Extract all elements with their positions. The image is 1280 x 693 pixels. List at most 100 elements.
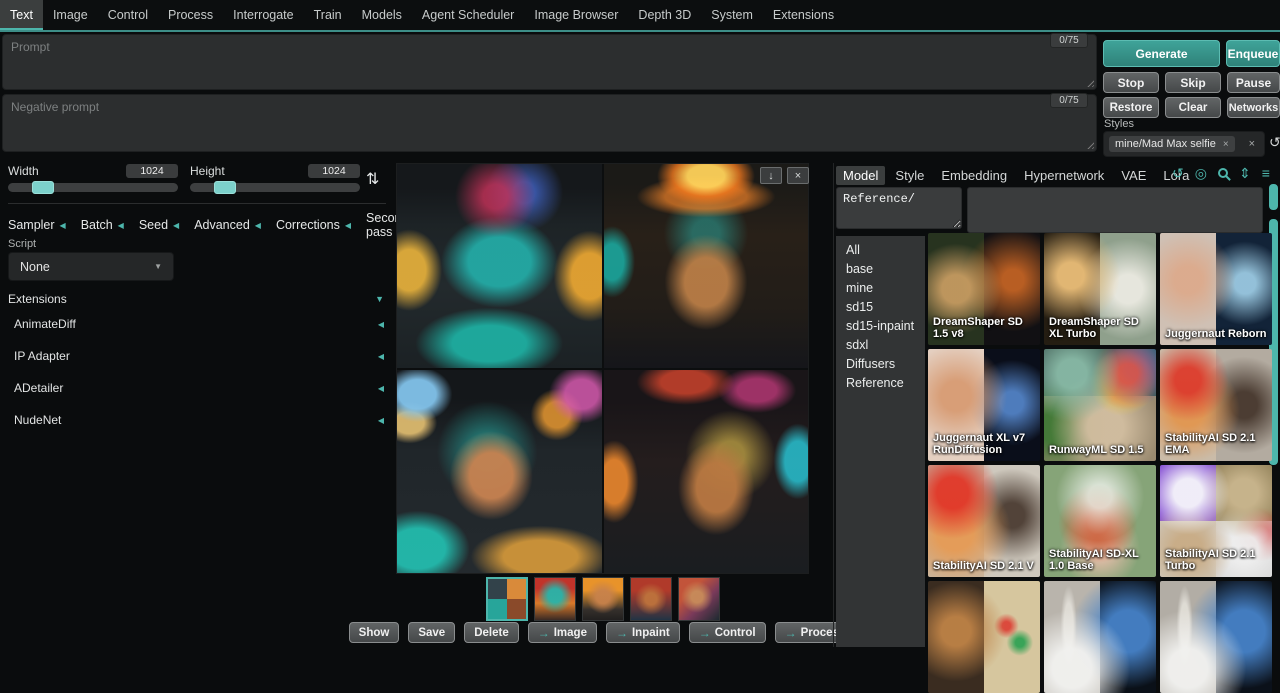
model-card-name: DreamShaper SD 1.5 v8 [933, 316, 1037, 341]
refresh-styles-icon[interactable]: ↺ [1269, 134, 1280, 151]
model-card[interactable]: Juggernaut Reborn [1160, 233, 1272, 345]
nav-tab[interactable]: Depth 3D [628, 0, 701, 30]
model-card[interactable]: StabilityAI SD 2.1 EMA [1160, 349, 1272, 461]
gallery-action-button[interactable]: → Control [689, 622, 766, 643]
restore-button[interactable]: Restore [1103, 97, 1159, 118]
nav-tab[interactable]: System [701, 0, 763, 30]
target-icon[interactable]: ◎ [1195, 166, 1207, 180]
nav-tab[interactable]: Image Browser [524, 0, 628, 30]
width-value[interactable]: 1024 [126, 164, 178, 178]
accordion-toggle[interactable]: Seed ◀ [139, 218, 179, 232]
extension-accordion[interactable]: AnimateDiff ◀ [8, 308, 384, 340]
extensions-header[interactable]: Extensions ▼ [8, 292, 384, 306]
nav-tab[interactable]: Image [43, 0, 98, 30]
nav-tab[interactable]: Text [0, 0, 43, 30]
model-card[interactable]: DreamShaper SD 1.5 v8 [928, 233, 1040, 345]
folder-item[interactable]: mine [846, 279, 925, 298]
gallery-action-button[interactable]: → Image [528, 622, 597, 643]
accordion-toggle[interactable]: Sampler ◀ [8, 218, 66, 232]
model-card[interactable] [928, 581, 1040, 693]
style-tag[interactable]: mine/Mad Max selfie × [1109, 136, 1235, 152]
clear-button[interactable]: Clear [1165, 97, 1221, 118]
model-card-name: StabilityAI SD-XL 1.0 Base [1049, 548, 1153, 573]
networks-tab[interactable]: Style [888, 166, 931, 185]
negative-prompt-input[interactable] [3, 95, 1096, 151]
nav-tab[interactable]: Control [98, 0, 158, 30]
folder-item[interactable]: sd15 [846, 298, 925, 317]
gallery-thumbnail[interactable] [582, 577, 624, 621]
model-card[interactable]: RunwayML SD 1.5 [1044, 349, 1156, 461]
extension-accordion[interactable]: ADetailer ◀ [8, 372, 384, 404]
skip-button[interactable]: Skip [1165, 72, 1221, 93]
gallery-action-button[interactable]: Show [349, 622, 400, 643]
clear-styles-icon[interactable]: × [1249, 138, 1259, 150]
script-dropdown[interactable]: None ▼ [8, 252, 174, 281]
generate-button[interactable]: Generate [1103, 40, 1220, 67]
height-slider-handle[interactable] [214, 181, 236, 194]
networks-tab[interactable]: Hypernetwork [1017, 166, 1111, 185]
accordion-toggle[interactable]: Advanced ◀ [194, 218, 261, 232]
gallery-thumbnail[interactable] [678, 577, 720, 621]
networks-search-input[interactable]: Reference/ [836, 187, 962, 229]
options-icon[interactable]: ≡ [1262, 166, 1270, 180]
width-slider-handle[interactable] [32, 181, 54, 194]
enqueue-button[interactable]: Enqueue [1226, 40, 1280, 67]
height-slider-track[interactable] [190, 183, 360, 192]
generated-image-grid[interactable] [396, 163, 809, 574]
model-card[interactable]: DreamShaper SD XL Turbo [1044, 233, 1156, 345]
styles-select[interactable]: mine/Mad Max selfie × × [1103, 131, 1265, 157]
width-slider-track[interactable] [8, 183, 178, 192]
networks-tab[interactable]: Model [836, 166, 885, 185]
prompt-token-counter: 0/75 [1050, 33, 1088, 48]
gallery-thumbnail[interactable] [534, 577, 576, 621]
accordion-toggle[interactable]: Corrections ◀ [276, 218, 351, 232]
model-card[interactable]: Juggernaut XL v7 RunDiffusion [928, 349, 1040, 461]
networks-tab[interactable]: Embedding [934, 166, 1014, 185]
pause-button[interactable]: Pause [1227, 72, 1280, 93]
networks-button[interactable]: Networks [1227, 97, 1280, 118]
sort-icon[interactable]: ⇕ [1239, 166, 1251, 180]
gallery-thumbnail[interactable] [486, 577, 528, 621]
width-slider-group: Width 1024 [8, 164, 178, 192]
extension-accordion[interactable]: NudeNet ◀ [8, 404, 384, 436]
search-icon[interactable] [1218, 168, 1228, 178]
nav-tab[interactable]: Interrogate [223, 0, 303, 30]
networks-tab[interactable]: VAE [1114, 166, 1153, 185]
gallery-action-button[interactable]: Delete [464, 622, 519, 643]
stop-button[interactable]: Stop [1103, 72, 1159, 93]
model-description-box[interactable] [967, 187, 1263, 233]
accordion-toggle[interactable]: Batch ◀ [81, 218, 124, 232]
download-image-icon[interactable]: ↓ [760, 167, 782, 184]
scrollbar-thumb[interactable] [1269, 184, 1278, 210]
nav-tab[interactable]: Train [304, 0, 352, 30]
nav-tab[interactable]: Agent Scheduler [412, 0, 524, 30]
extension-accordion[interactable]: IP Adapter ◀ [8, 340, 384, 372]
prompt-field[interactable] [2, 34, 1097, 90]
folder-item[interactable]: Reference [846, 374, 925, 393]
folder-item[interactable]: Diffusers [846, 355, 925, 374]
model-card[interactable] [1160, 581, 1272, 693]
remove-style-icon[interactable]: × [1223, 139, 1229, 150]
refresh-icon[interactable]: ↺ [1172, 166, 1184, 180]
model-card[interactable]: StabilityAI SD 2.1 Turbo [1160, 465, 1272, 577]
folder-item[interactable]: base [846, 260, 925, 279]
gallery-thumbnail[interactable] [630, 577, 672, 621]
swap-dimensions-icon[interactable]: ⇅ [366, 169, 379, 189]
model-card[interactable] [1044, 581, 1156, 693]
model-card[interactable]: StabilityAI SD-XL 1.0 Base [1044, 465, 1156, 577]
collapsed-arrow-icon: ◀ [378, 320, 384, 329]
close-image-icon[interactable]: × [787, 167, 809, 184]
prompt-input[interactable] [3, 35, 1096, 89]
folder-item[interactable]: sd15-inpaint [846, 317, 925, 336]
nav-tab[interactable]: Extensions [763, 0, 844, 30]
nav-tab[interactable]: Models [352, 0, 412, 30]
gallery-action-button[interactable]: → Inpaint [606, 622, 680, 643]
model-card[interactable]: StabilityAI SD 2.1 V [928, 465, 1040, 577]
negative-prompt-field[interactable] [2, 94, 1097, 152]
nav-tab[interactable]: Process [158, 0, 223, 30]
gallery-action-button[interactable]: Save [408, 622, 455, 643]
folder-item[interactable]: sdxl [846, 336, 925, 355]
height-label: Height [190, 164, 225, 178]
height-value[interactable]: 1024 [308, 164, 360, 178]
folder-item[interactable]: All [846, 241, 925, 260]
